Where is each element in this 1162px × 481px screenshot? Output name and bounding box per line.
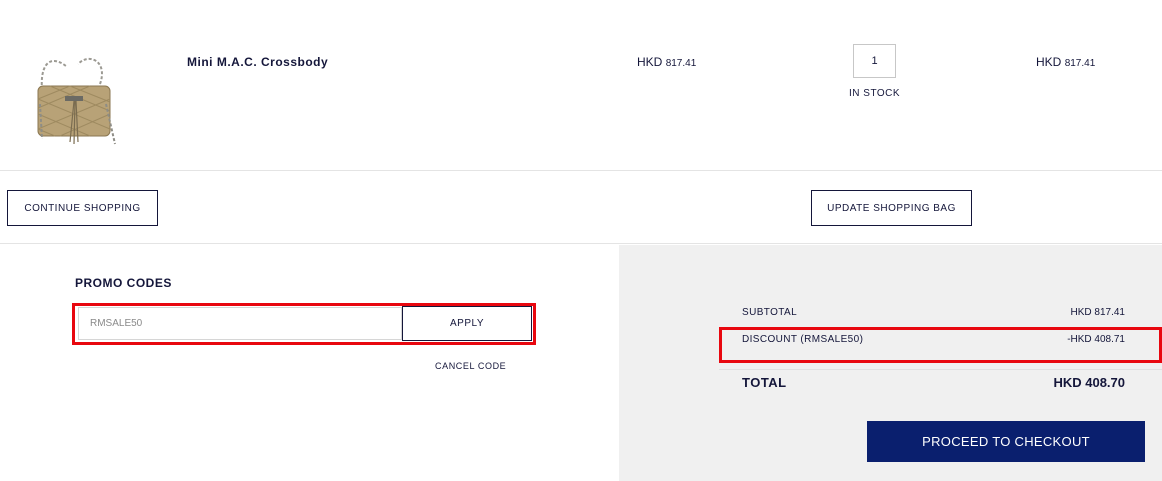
apply-promo-button[interactable]: APPLY xyxy=(402,306,532,341)
cart-actions-row: CONTINUE SHOPPING UPDATE SHOPPING BAG xyxy=(0,172,1162,244)
continue-shopping-button[interactable]: CONTINUE SHOPPING xyxy=(7,190,158,226)
product-name[interactable]: Mini M.A.C. Crossbody xyxy=(187,55,328,69)
proceed-to-checkout-button[interactable]: PROCEED TO CHECKOUT xyxy=(867,421,1145,462)
discount-highlight-box xyxy=(719,327,1162,363)
promo-codes-heading: PROMO CODES xyxy=(75,276,172,290)
subtotal-value: HKD 817.41 xyxy=(1070,307,1125,318)
total-label: TOTAL xyxy=(742,375,787,390)
unit-price: HKD 817.41 xyxy=(637,55,696,69)
total-divider xyxy=(719,369,1162,370)
line-total-amount: 817.41 xyxy=(1064,58,1096,69)
cart-item-row: Mini M.A.C. Crossbody HKD 817.41 1 IN ST… xyxy=(0,0,1162,171)
line-total: HKD 817.41 xyxy=(1036,55,1095,69)
discount-label: DISCOUNT (RMSALE50) xyxy=(742,334,864,345)
stock-status: IN STOCK xyxy=(849,88,901,99)
total-value: HKD 408.70 xyxy=(1053,375,1125,390)
quantity-input[interactable]: 1 xyxy=(853,44,896,78)
promo-code-input[interactable] xyxy=(78,307,402,340)
cancel-code-link[interactable]: CANCEL CODE xyxy=(435,361,506,371)
update-shopping-bag-button[interactable]: UPDATE SHOPPING BAG xyxy=(811,190,972,226)
line-total-currency: HKD xyxy=(1036,55,1062,69)
subtotal-label: SUBTOTAL xyxy=(742,307,798,318)
discount-value: -HKD 408.71 xyxy=(1067,334,1125,345)
order-summary-panel: SUBTOTAL HKD 817.41 DISCOUNT (RMSALE50) … xyxy=(619,245,1162,481)
unit-price-currency: HKD xyxy=(637,55,663,69)
unit-price-amount: 817.41 xyxy=(665,58,697,69)
crossbody-bag-image[interactable] xyxy=(20,44,130,156)
